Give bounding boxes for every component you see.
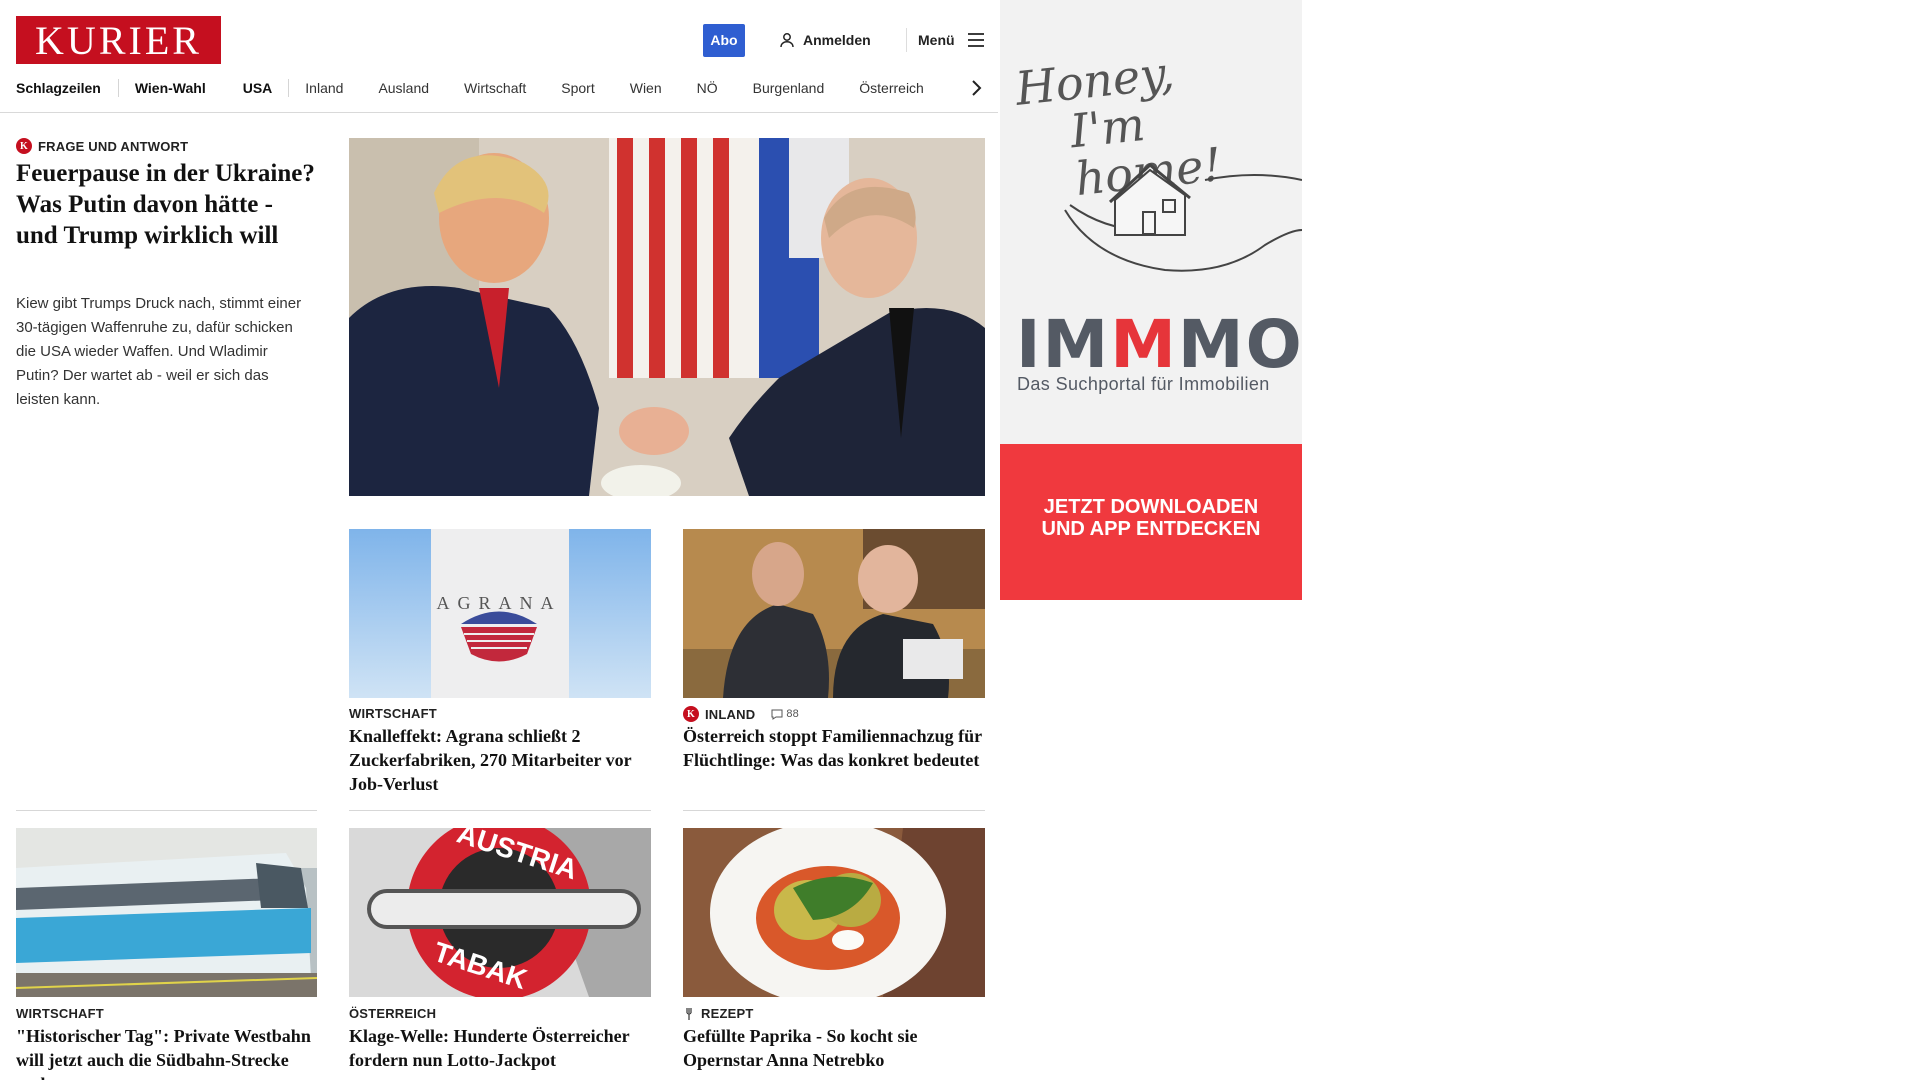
- nav-item-noe[interactable]: NÖ: [697, 80, 718, 96]
- site-header: KURIER Abo Anmelden Menü Schlagzeilen Wi…: [0, 0, 998, 113]
- immmo-ad[interactable]: Honey, I'm home! IMMMO Das Suchportal fü…: [1000, 0, 1302, 600]
- card-headline-paprika[interactable]: Gefüllte Paprika - So kocht sie Opernsta…: [683, 1024, 983, 1072]
- immmo-logo: IMMMO: [1016, 306, 1302, 383]
- ad-cta-line: JETZT DOWNLOADEN: [1043, 496, 1259, 518]
- nav-item-ausland[interactable]: Ausland: [378, 80, 429, 96]
- nav-item-wirtschaft[interactable]: Wirtschaft: [464, 80, 526, 96]
- comment-count[interactable]: 88: [771, 708, 799, 720]
- card-kicker-label: INLAND: [705, 706, 756, 722]
- nav-item-wien[interactable]: Wien: [630, 80, 662, 96]
- card-headline-agrana[interactable]: Knalleffekt: Agrana schließt 2 Zuckerfab…: [349, 724, 649, 796]
- card-image-parliament[interactable]: [683, 529, 985, 698]
- card-headline-familiennachzug[interactable]: Österreich stoppt Familiennachzug für Fl…: [683, 724, 983, 772]
- hamburger-icon: [967, 33, 984, 47]
- card-kicker-inland: K INLAND 88: [683, 706, 799, 722]
- card-kicker-label: WIRTSCHAFT: [16, 1006, 104, 1021]
- card-image-westbahn[interactable]: [16, 828, 317, 997]
- divider: [349, 810, 651, 811]
- card-headline-lotto[interactable]: Klage-Welle: Hunderte Österreicher forde…: [349, 1024, 649, 1072]
- menu-label: Menü: [918, 32, 955, 48]
- nav-item-wien-wahl[interactable]: Wien-Wahl: [135, 80, 206, 96]
- fork-icon: [686, 1007, 692, 1020]
- divider: [683, 810, 985, 811]
- login-label: Anmelden: [803, 32, 871, 48]
- nav-item-oesterreich[interactable]: Österreich: [859, 80, 924, 96]
- nav-divider: [117, 79, 119, 97]
- header-divider: [906, 28, 907, 52]
- nav-item-sport[interactable]: Sport: [561, 80, 594, 96]
- card-kicker-label: WIRTSCHAFT: [349, 706, 437, 721]
- card-kicker-label: ÖSTERREICH: [349, 1006, 437, 1021]
- lead-headline[interactable]: Feuerpause in der Ukraine? Was Putin dav…: [16, 158, 316, 251]
- comment-count-value: 88: [786, 708, 799, 720]
- card-kicker-label: REZEPT: [701, 1006, 754, 1021]
- nav-item-inland[interactable]: Inland: [305, 80, 343, 96]
- card-kicker-oesterreich: ÖSTERREICH: [349, 1006, 436, 1021]
- nav-divider: [288, 79, 290, 97]
- immmo-logo-part: M: [1110, 306, 1178, 383]
- house-in-hand-illustration: [1064, 163, 1302, 272]
- kurier-logo[interactable]: KURIER: [16, 16, 221, 64]
- comment-icon: [771, 709, 783, 720]
- ad-download-button[interactable]: JETZT DOWNLOADEN UND APP ENTDECKEN: [1000, 444, 1302, 600]
- abo-button[interactable]: Abo: [703, 24, 745, 57]
- lead-kicker: K FRAGE UND ANTWORT: [16, 138, 188, 154]
- kurier-badge-icon: K: [16, 138, 32, 154]
- kurier-badge-icon: K: [683, 706, 699, 722]
- card-kicker-wirtschaft: WIRTSCHAFT: [349, 706, 437, 721]
- lead-image[interactable]: [349, 138, 985, 496]
- card-kicker-rezept: REZEPT: [683, 1006, 753, 1021]
- card-kicker-wirtschaft: WIRTSCHAFT: [16, 1006, 104, 1021]
- immmo-logo-part: IM: [1016, 306, 1111, 383]
- agrana-logo-text: AGRANA: [436, 593, 561, 613]
- immmo-logo-part: MO: [1177, 306, 1302, 383]
- nav-item-burgenland[interactable]: Burgenland: [753, 80, 825, 96]
- nav-item-usa[interactable]: USA: [243, 80, 273, 96]
- card-image-agrana[interactable]: AGRANA: [349, 529, 651, 698]
- card-image-recipe[interactable]: [683, 828, 985, 997]
- card-image-austria-tabak[interactable]: AUSTRIA TABAK: [349, 828, 651, 997]
- lead-teaser: Kiew gibt Trumps Druck nach, stimmt eine…: [16, 295, 302, 408]
- card-headline-westbahn[interactable]: "Historischer Tag": Private Westbahn wil…: [16, 1024, 316, 1080]
- ad-subtitle: Das Suchportal für Immobilien: [1017, 374, 1270, 394]
- user-icon: [780, 33, 794, 48]
- ad-cta-line: UND APP ENTDECKEN: [1041, 518, 1261, 540]
- nav-item-schlagzeilen[interactable]: Schlagzeilen: [16, 80, 101, 96]
- divider: [16, 810, 317, 811]
- chevron-right-icon[interactable]: [966, 76, 986, 100]
- login-button[interactable]: Anmelden: [779, 30, 871, 50]
- lead-kicker-label: FRAGE UND ANTWORT: [38, 138, 189, 154]
- menu-button[interactable]: Menü: [918, 30, 985, 50]
- section-nav: Schlagzeilen Wien-Wahl USA Inland Auslan…: [16, 76, 924, 100]
